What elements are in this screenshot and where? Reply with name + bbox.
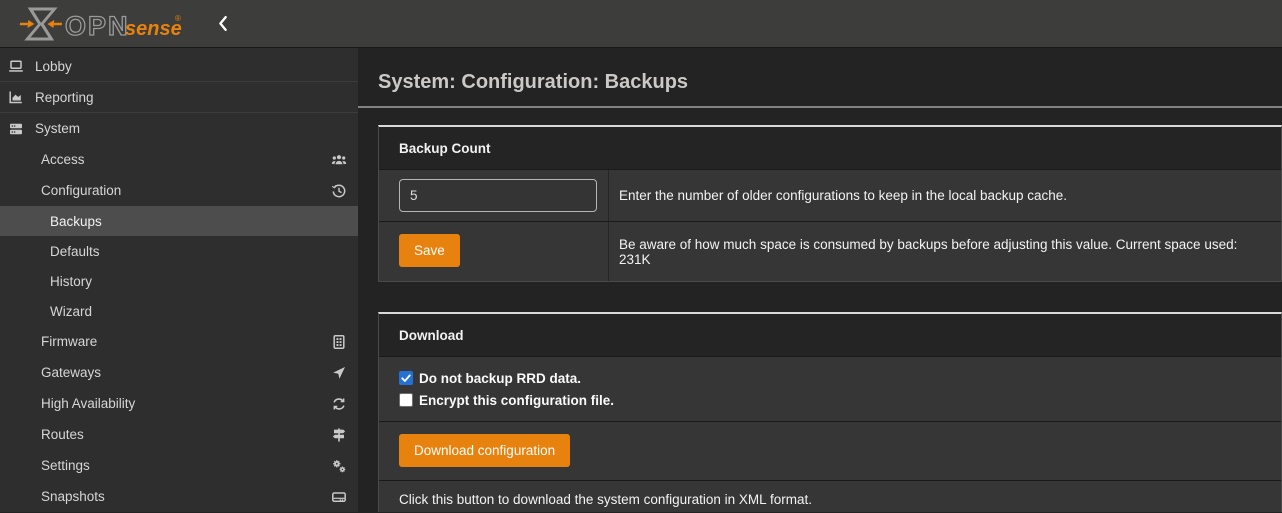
sidebar-item-label: Gateways (41, 365, 101, 380)
backup-count-save-row: Save Be aware of how much space is consu… (379, 222, 1281, 281)
checkbox-label[interactable]: Encrypt this configuration file. (419, 393, 614, 408)
sidebar-item-label: Firmware (41, 334, 97, 349)
brand-opn: OPN (65, 11, 130, 41)
sidebar-item-label: Settings (41, 458, 90, 473)
checkbox-unchecked[interactable] (399, 393, 413, 407)
backup-count-panel: Backup Count Enter the number of older c… (378, 125, 1282, 282)
sidebar-item-label: Defaults (50, 244, 100, 259)
sidebar-item-label: Access (41, 152, 85, 167)
backup-count-input[interactable] (399, 179, 597, 212)
laptop-icon (8, 58, 24, 74)
download-header: Download (379, 314, 1281, 357)
download-panel: Download Do not backup RRD data. Encrypt … (378, 312, 1282, 512)
sidebar-item-label: Reporting (35, 90, 94, 105)
page-title: System: Configuration: Backups (378, 71, 1282, 94)
sidebar-item-label: System (35, 121, 80, 136)
sidebar-item-label: Routes (41, 427, 84, 442)
download-button-row: Download configuration (379, 422, 1281, 481)
server-icon (8, 121, 24, 137)
sidebar-item-label: Lobby (35, 59, 72, 74)
sidebar-item-high-availability[interactable]: High Availability (0, 388, 358, 419)
sidebar-item-defaults[interactable]: Defaults (0, 236, 358, 266)
sidebar-item-wizard[interactable]: Wizard (0, 296, 358, 326)
download-help: Click this button to download the system… (379, 481, 1281, 512)
checkbox-label[interactable]: Do not backup RRD data. (419, 371, 581, 386)
sidebar-item-label: High Availability (41, 396, 135, 411)
sidebar-item-history[interactable]: History (0, 266, 358, 296)
chart-area-icon (8, 89, 24, 105)
download-option-0: Do not backup RRD data. (399, 367, 1261, 389)
backup-count-input-row: Enter the number of older configurations… (379, 170, 1281, 222)
sidebar-item-lobby[interactable]: Lobby (0, 51, 358, 82)
sidebar-item-system[interactable]: System (0, 113, 358, 144)
sidebar-item-gateways[interactable]: Gateways (0, 357, 358, 388)
sidebar-collapse-button[interactable] (213, 11, 232, 36)
opnsense-logo[interactable]: OPN sense ® (13, 4, 183, 44)
sidebar-nav: Lobby Reporting System Access Configuration B… (0, 48, 358, 512)
download-options-row: Do not backup RRD data. Encrypt this conf… (379, 357, 1281, 422)
sidebar-item-label: Configuration (41, 183, 121, 198)
sidebar-item-configuration[interactable]: Configuration (0, 175, 358, 206)
download-option-1: Encrypt this configuration file. (399, 389, 1261, 411)
top-bar: OPN sense ® (0, 0, 1282, 48)
sidebar-item-label: Snapshots (41, 489, 105, 504)
save-help: Be aware of how much space is consumed b… (609, 222, 1281, 281)
opnsense-hourglass-icon (18, 9, 63, 39)
users-icon (331, 152, 347, 168)
sidebar-item-access[interactable]: Access (0, 144, 358, 175)
location-arrow-icon (331, 365, 347, 381)
sidebar-item-snapshots[interactable]: Snapshots (0, 481, 358, 512)
backup-count-header: Backup Count (379, 127, 1281, 170)
registered-mark: ® (175, 14, 181, 23)
firmware-icon (331, 334, 347, 350)
sidebar-item-reporting[interactable]: Reporting (0, 82, 358, 113)
sidebar-item-label: History (50, 274, 92, 289)
save-button[interactable]: Save (399, 234, 460, 267)
hdd-icon (331, 489, 347, 505)
chevron-left-icon (217, 15, 228, 32)
gears-icon (331, 458, 347, 474)
download-configuration-button[interactable]: Download configuration (399, 434, 570, 467)
map-signs-icon (331, 427, 347, 443)
sidebar-item-firmware[interactable]: Firmware (0, 326, 358, 357)
sync-icon (331, 396, 347, 412)
main-content: System: Configuration: Backups Backup Co… (358, 48, 1282, 512)
sidebar-item-settings[interactable]: Settings (0, 450, 358, 481)
brand-sense: sense (125, 18, 182, 40)
sidebar-item-routes[interactable]: Routes (0, 419, 358, 450)
backup-count-help: Enter the number of older configurations… (609, 170, 1281, 221)
checkbox-checked[interactable] (399, 371, 413, 385)
history-icon (331, 183, 347, 199)
sidebar-item-label: Backups (50, 214, 102, 229)
sidebar-item-backups[interactable]: Backups (0, 206, 358, 236)
sidebar-item-label: Wizard (50, 304, 92, 319)
